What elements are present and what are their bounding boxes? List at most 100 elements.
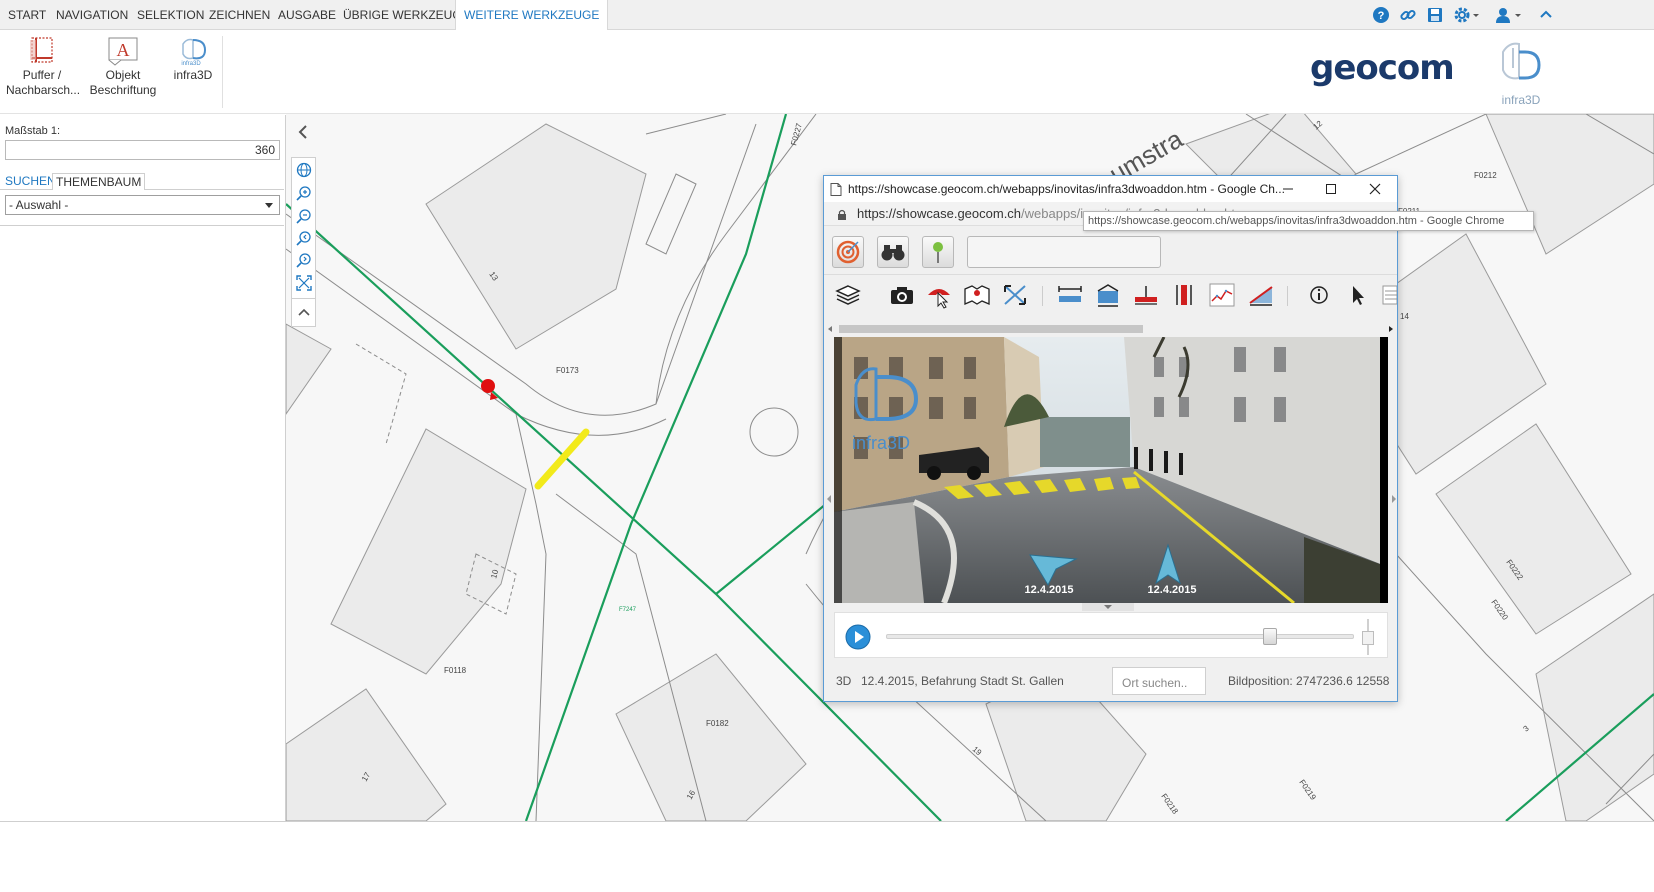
infra3d-button[interactable]: infra3D infra3D	[170, 36, 216, 83]
measure-distance-icon[interactable]	[1055, 281, 1085, 309]
zoom-next-icon[interactable]	[296, 252, 312, 268]
ribbon-toolbar: Puffer / Nachbarsch... A Objekt Beschrif…	[0, 30, 1654, 114]
building-south	[615, 653, 807, 821]
zoom-in-icon[interactable]	[296, 185, 312, 201]
measure-area-icon[interactable]	[1093, 281, 1123, 309]
zoom-extent-icon[interactable]	[296, 275, 312, 291]
nav-arrow-forward-date: 12.4.2015	[1148, 584, 1197, 596]
location-search-input[interactable]: Ort suchen..	[1112, 667, 1206, 695]
speed-slider-thumb[interactable]	[1362, 631, 1374, 645]
tab-ausgabe[interactable]: AUSGABE	[270, 0, 344, 30]
play-icon[interactable]	[844, 623, 872, 651]
parcel-label: F0118	[444, 666, 467, 675]
search-type-select[interactable]: - Auswahl -	[5, 195, 280, 215]
left-panel: Maßstab 1: 360 SUCHEN THEMENBAUM - Auswa…	[0, 115, 286, 821]
svg-text:?: ?	[1378, 10, 1385, 22]
slope-measure-icon[interactable]	[1246, 281, 1276, 309]
profile-chart-icon[interactable]	[1207, 281, 1237, 309]
toolbar-scrollbar[interactable]	[827, 325, 1394, 333]
buffer-button[interactable]: Puffer / Nachbarsch...	[6, 36, 81, 98]
zoom-previous-icon[interactable]	[296, 230, 312, 246]
viewer-bottom-handle[interactable]	[1082, 603, 1134, 611]
tab-zeichnen[interactable]: ZEICHNEN	[201, 0, 278, 30]
viewer-left-handle-icon[interactable]	[826, 494, 832, 504]
hillside	[1040, 417, 1130, 467]
object-label-button[interactable]: A Objekt Beschriftung	[89, 36, 157, 98]
map-view-icon[interactable]	[962, 281, 992, 309]
scrollbar-thumb[interactable]	[839, 325, 1143, 333]
pointer-sector-icon[interactable]	[924, 281, 954, 309]
cursor-icon[interactable]	[1342, 281, 1372, 309]
parcel-label: 14	[1400, 312, 1409, 321]
link-icon[interactable]	[1399, 6, 1417, 24]
building-ne-corner	[1485, 114, 1654, 255]
tab-selektion[interactable]: SELEKTION	[129, 0, 212, 30]
object-label-line2: Beschriftung	[89, 83, 157, 97]
target-button[interactable]	[832, 236, 864, 268]
search-field[interactable]	[967, 236, 1161, 268]
measure-height-icon[interactable]	[1169, 281, 1199, 309]
collapse-panel-icon[interactable]	[297, 124, 309, 140]
target-icon	[836, 240, 860, 264]
street-edge-11	[1355, 114, 1487, 175]
minimize-icon[interactable]	[1282, 183, 1294, 195]
scale-label: Maßstab 1:	[5, 125, 61, 137]
collapse-up-icon[interactable]	[1537, 6, 1555, 24]
pin-button[interactable]	[922, 236, 954, 268]
building-east-2	[1435, 423, 1632, 635]
popup-titlebar[interactable]: https://showcase.geocom.ch/webapps/inovi…	[824, 176, 1397, 202]
ribbon-divider	[222, 36, 223, 108]
info-icon[interactable]	[1304, 281, 1334, 309]
scroll-right-icon[interactable]	[1388, 325, 1394, 333]
buffer-label-2: Nachbarsch...	[6, 83, 81, 97]
street-edge-2	[515, 413, 547, 821]
tab-themenbaum[interactable]: THEMENBAUM	[52, 173, 146, 190]
timeline-track[interactable]	[886, 634, 1354, 639]
help-icon[interactable]: ?	[1372, 6, 1390, 24]
chevron-up-icon[interactable]	[296, 305, 312, 321]
globe-icon[interactable]	[296, 162, 312, 178]
tab-suchen[interactable]: SUCHEN	[2, 173, 59, 190]
street-scene: infra3D 12.4.2015 12.4.2015	[834, 337, 1388, 603]
tab-start[interactable]: START	[0, 0, 54, 30]
infra3d-logo-text: infra3D	[1501, 93, 1541, 107]
zoom-out-icon[interactable]	[296, 208, 312, 224]
tab-navigation[interactable]: NAVIGATION	[48, 0, 136, 30]
parcel-label: F0182	[706, 719, 729, 728]
street-image-viewer[interactable]: infra3D 12.4.2015 12.4.2015	[834, 337, 1388, 603]
url-host: https://showcase.geocom.ch	[857, 206, 1022, 221]
parcel-label: F0219	[1297, 778, 1318, 802]
save-icon[interactable]	[1426, 6, 1444, 24]
parcel-label: F0227	[789, 122, 804, 147]
stairs	[645, 173, 697, 255]
tab-weitere-werkzeuge[interactable]: WEITERE WERKZEUGE	[455, 0, 609, 31]
title-tooltip: https://showcase.geocom.ch/webapps/inovi…	[1083, 211, 1534, 231]
house-number: 3	[1522, 723, 1532, 733]
viewer-right-handle-icon[interactable]	[1391, 494, 1397, 504]
expand-arrows-icon[interactable]	[1000, 281, 1030, 309]
house-number: 19	[971, 745, 984, 758]
object-label-line1: Objekt	[105, 68, 141, 82]
campaign-label: 12.4.2015, Befahrung Stadt St. Gallen	[861, 674, 1064, 688]
close-icon[interactable]	[1369, 183, 1381, 195]
scale-input[interactable]: 360	[5, 140, 280, 160]
layers-icon[interactable]	[833, 281, 863, 309]
speed-slider[interactable]	[1362, 619, 1374, 655]
geocom-logo-text: geocom	[1310, 48, 1455, 88]
user-dropdown-icon[interactable]	[1513, 6, 1523, 24]
scroll-left-icon[interactable]	[827, 325, 833, 333]
list-icon[interactable]	[1380, 281, 1397, 309]
status-divider	[0, 821, 1654, 822]
view-mode-label[interactable]: 3D	[836, 666, 851, 696]
binoculars-button[interactable]	[877, 236, 909, 268]
maximize-icon[interactable]	[1325, 183, 1337, 195]
settings-dropdown-icon[interactable]	[1471, 6, 1481, 24]
user-icon[interactable]	[1494, 6, 1512, 24]
timeline-slider-thumb[interactable]	[1262, 628, 1277, 645]
measure-width-icon[interactable]	[1131, 281, 1161, 309]
camera-icon[interactable]	[887, 281, 917, 309]
settings-icon[interactable]	[1453, 6, 1471, 24]
street-edge-3	[655, 114, 817, 405]
chevron-down-icon	[265, 203, 273, 208]
label-icon: A	[108, 37, 138, 66]
